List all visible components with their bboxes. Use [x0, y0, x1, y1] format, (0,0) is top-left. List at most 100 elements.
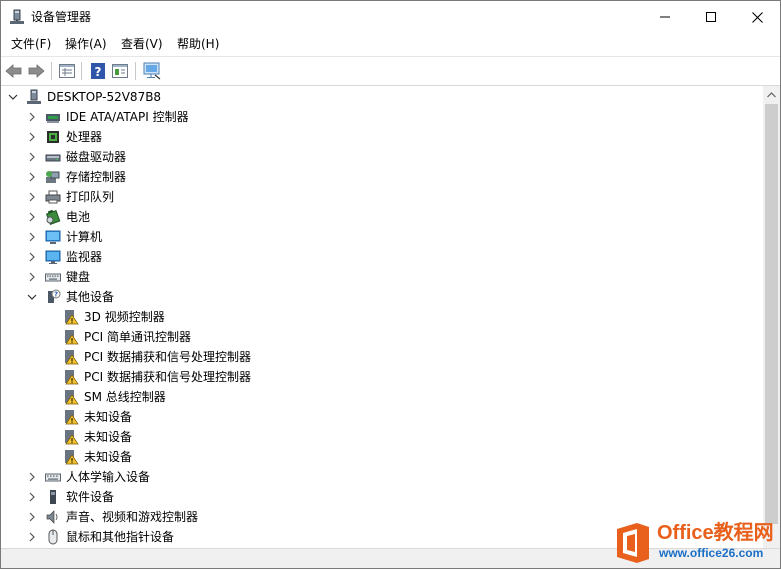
tree-child-item[interactable]: SM 总线控制器 [63, 387, 166, 407]
computer-tower-icon [26, 89, 42, 105]
chevron-right-icon[interactable] [26, 511, 38, 523]
tree-item-keyboard[interactable]: 键盘 [26, 267, 90, 287]
chevron-right-icon[interactable] [26, 471, 38, 483]
toolbar-separator [51, 62, 52, 80]
tree-item-label: 其他设备 [66, 290, 115, 304]
chevron-right-icon[interactable] [26, 191, 38, 203]
minimize-button[interactable] [642, 1, 688, 33]
menu-action[interactable]: 操作(A) [61, 33, 111, 55]
maximize-button[interactable] [688, 1, 734, 33]
chevron-right-icon[interactable] [26, 211, 38, 223]
close-button[interactable] [734, 1, 780, 33]
menu-view[interactable]: 查看(V) [117, 33, 167, 55]
chevron-right-icon[interactable] [26, 491, 38, 503]
tree-child-item[interactable]: PCI 数据捕获和信号处理控制器 [63, 367, 251, 387]
forward-button[interactable] [26, 61, 46, 81]
help-icon: ? [91, 63, 105, 79]
battery-icon [45, 209, 61, 225]
tree-child-item[interactable]: PCI 数据捕获和信号处理控制器 [63, 347, 251, 367]
chevron-right-icon[interactable] [26, 111, 38, 123]
scroll-up-button[interactable] [763, 86, 780, 103]
tree-child-label: 未知设备 [84, 450, 133, 464]
software-device-icon [45, 489, 61, 505]
tree-child-item[interactable]: 未知设备 [63, 407, 132, 427]
tree-item-storage[interactable]: 存储控制器 [26, 167, 126, 187]
tree-item-label: 处理器 [66, 130, 103, 144]
warning-device-icon [63, 309, 79, 325]
tree-item-label: IDE ATA/ATAPI 控制器 [66, 110, 189, 124]
chevron-right-icon[interactable] [26, 171, 38, 183]
watermark-brand: Office教程网 [657, 522, 774, 544]
tree-item-label: 声音、视频和游戏控制器 [66, 510, 199, 524]
tree-root-label: DESKTOP-52V87B8 [47, 90, 162, 104]
chevron-right-icon[interactable] [26, 131, 38, 143]
tree-item-hid[interactable]: 人体学输入设备 [26, 467, 150, 487]
tree-child-label: PCI 数据捕获和信号处理控制器 [84, 370, 251, 384]
title-bar[interactable]: 设备管理器 [1, 1, 780, 33]
warning-device-icon [63, 369, 79, 385]
chevron-right-icon[interactable] [26, 531, 38, 543]
chevron-right-icon[interactable] [26, 251, 38, 263]
tree-child-item[interactable]: 3D 视频控制器 [63, 307, 165, 327]
keyboard-icon [45, 269, 61, 285]
tree-item-battery[interactable]: 电池 [26, 207, 90, 227]
other-devices-icon: ? [45, 289, 61, 305]
chevron-up-icon [767, 91, 776, 97]
device-tree[interactable]: DESKTOP-52V87B8 IDE ATA/ATAPI 控制器 处理器 磁盘… [1, 86, 763, 548]
mouse-icon [45, 529, 61, 545]
minimize-icon [660, 16, 670, 18]
help-button[interactable]: ? [88, 61, 108, 81]
watermark-url: www.office26.com [659, 546, 764, 560]
warning-device-icon [63, 409, 79, 425]
chevron-right-icon[interactable] [26, 151, 38, 163]
tree-item-printer[interactable]: 打印队列 [26, 187, 114, 207]
view-icon [112, 64, 128, 78]
svg-text:?: ? [54, 291, 58, 299]
toolbar-separator [135, 62, 136, 80]
tree-item-computer[interactable]: 计算机 [26, 227, 102, 247]
menu-file[interactable]: 文件(F) [7, 33, 55, 55]
tree-item-label: 键盘 [66, 270, 91, 284]
processor-icon [45, 129, 61, 145]
office-logo-icon [615, 521, 651, 565]
menu-help[interactable]: 帮助(H) [173, 33, 223, 55]
properties-button[interactable] [57, 61, 77, 81]
tree-child-label: SM 总线控制器 [84, 390, 166, 404]
tree-child-item[interactable]: 未知设备 [63, 427, 132, 447]
tree-child-item[interactable]: 未知设备 [63, 447, 132, 467]
back-icon [5, 64, 22, 78]
tree-item-sound[interactable]: 声音、视频和游戏控制器 [26, 507, 198, 527]
tree-item-monitor[interactable]: 监视器 [26, 247, 102, 267]
tree-item-label: 电池 [66, 210, 91, 224]
chevron-right-icon[interactable] [26, 231, 38, 243]
tree-item-software-device[interactable]: 软件设备 [26, 487, 114, 507]
back-button[interactable] [4, 61, 24, 81]
computer-icon [45, 229, 61, 245]
monitor-scan-icon [143, 62, 161, 80]
tree-child-item[interactable]: PCI 简单通讯控制器 [63, 327, 191, 347]
chevron-down-icon[interactable] [26, 291, 38, 303]
menu-bar: 文件(F) 操作(A) 查看(V) 帮助(H) [1, 33, 780, 55]
tree-item-ide[interactable]: IDE ATA/ATAPI 控制器 [26, 107, 189, 127]
tree-child-label: 未知设备 [84, 410, 133, 424]
forward-icon [28, 64, 45, 78]
chevron-right-icon[interactable] [26, 271, 38, 283]
window-title: 设备管理器 [31, 10, 92, 24]
scan-hardware-button[interactable] [142, 61, 162, 81]
tree-root[interactable]: DESKTOP-52V87B8 [7, 87, 161, 107]
tree-item-other-devices[interactable]: ? 其他设备 [26, 287, 114, 307]
scrollbar-thumb[interactable] [765, 104, 778, 524]
tree-item-processor[interactable]: 处理器 [26, 127, 102, 147]
svg-text:?: ? [95, 65, 102, 79]
warning-device-icon [63, 449, 79, 465]
storage-controller-icon [45, 169, 61, 185]
monitor-icon [45, 249, 61, 265]
tree-child-label: 未知设备 [84, 430, 133, 444]
chevron-down-icon[interactable] [7, 91, 19, 103]
tree-child-label: PCI 简单通讯控制器 [84, 330, 191, 344]
close-icon [751, 11, 763, 23]
tree-item-disk[interactable]: 磁盘驱动器 [26, 147, 126, 167]
tree-item-mouse[interactable]: 鼠标和其他指针设备 [26, 527, 174, 547]
view-button[interactable] [110, 61, 130, 81]
vertical-scrollbar[interactable] [763, 86, 780, 548]
